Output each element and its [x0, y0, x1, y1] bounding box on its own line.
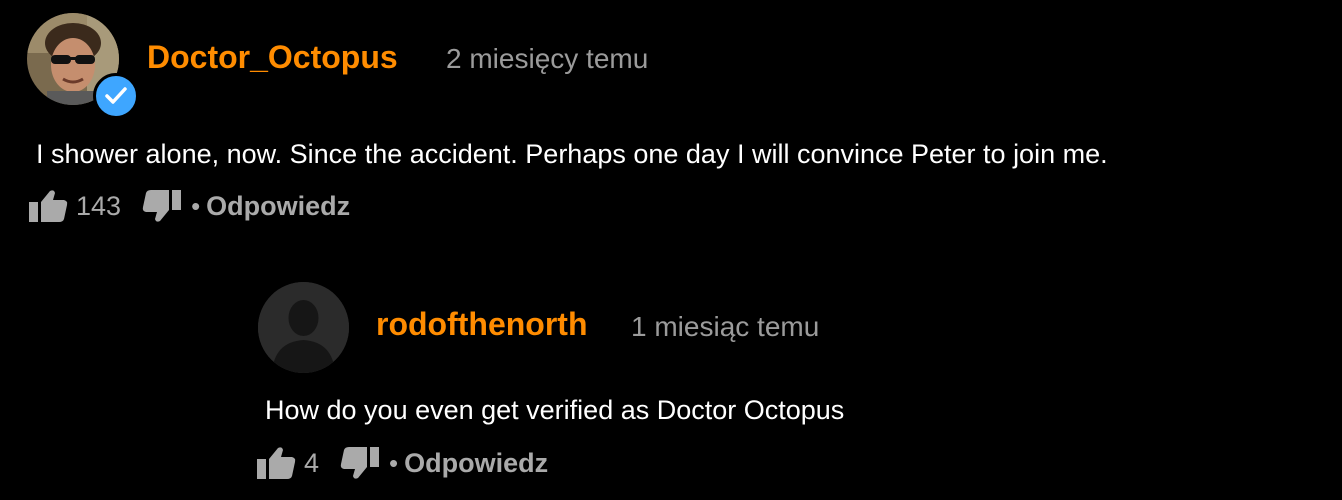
- comment-actions: 143 • Odpowiedz: [28, 188, 350, 224]
- comment-actions: 4 • Odpowiedz: [256, 445, 548, 481]
- reply-comment: rodofthenorth 1 miesiąc temu How do you …: [0, 260, 1342, 500]
- reply-button[interactable]: Odpowiedz: [404, 448, 548, 479]
- like-count: 4: [304, 447, 320, 478]
- timestamp[interactable]: 1 miesiąc temu: [631, 311, 819, 343]
- timestamp[interactable]: 2 miesięcy temu: [446, 43, 648, 75]
- separator: •: [191, 190, 201, 221]
- avatar[interactable]: [258, 282, 349, 373]
- thumbs-down-icon[interactable]: [339, 446, 381, 480]
- verified-check-icon: [93, 73, 139, 119]
- like-count: 143: [76, 190, 122, 221]
- thumbs-up-icon[interactable]: [256, 446, 296, 480]
- avatar[interactable]: [27, 13, 139, 119]
- comment: Doctor_Octopus 2 miesięcy temu I shower …: [0, 0, 1342, 250]
- separator: •: [389, 447, 399, 478]
- thumbs-up-icon[interactable]: [28, 189, 68, 223]
- username[interactable]: Doctor_Octopus: [147, 39, 398, 76]
- username[interactable]: rodofthenorth: [376, 306, 588, 343]
- thumbs-down-icon[interactable]: [141, 189, 183, 223]
- reply-button[interactable]: Odpowiedz: [206, 191, 350, 222]
- default-avatar-icon: [258, 282, 349, 373]
- comment-text: How do you even get verified as Doctor O…: [265, 395, 845, 425]
- comment-text: I shower alone, now. Since the accident.…: [36, 139, 1108, 169]
